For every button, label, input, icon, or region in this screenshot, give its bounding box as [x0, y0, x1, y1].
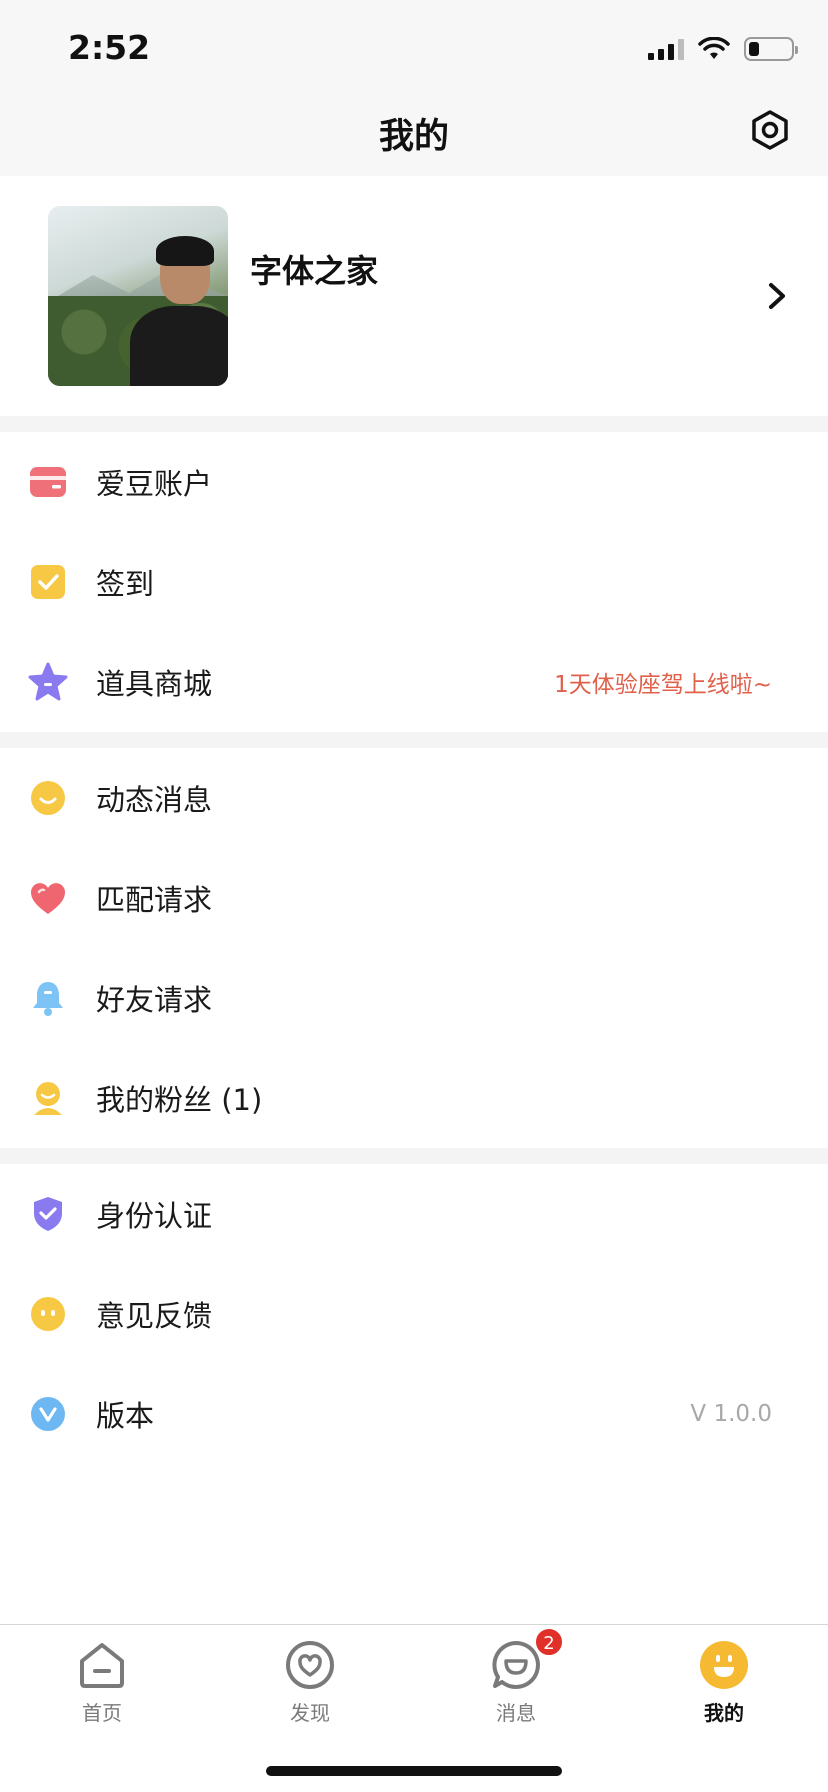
battery-icon: [744, 37, 798, 61]
promo-text: 1天体验座驾上线啦~: [554, 672, 772, 698]
discover-icon: [284, 1639, 336, 1691]
menu-item-feedback[interactable]: 意见反馈: [0, 1264, 828, 1364]
nav-bar: 我的: [0, 86, 828, 176]
bell-icon: [28, 978, 68, 1018]
me-icon: [698, 1639, 750, 1691]
menu-item-match-requests[interactable]: 匹配请求: [0, 848, 828, 948]
section-divider: [0, 1148, 828, 1164]
menu-item-fans[interactable]: 我的粉丝 (1): [0, 1048, 828, 1148]
menu-item-label: 动态消息: [96, 783, 213, 817]
feedback-icon: [28, 1294, 68, 1334]
menu-group-account: 爱豆账户 签到 道具商城 1天体验座驾上线啦~: [0, 432, 828, 732]
profile-card[interactable]: 字体之家: [0, 176, 828, 416]
message-icon: 2: [490, 1627, 564, 1691]
profile-name: 字体之家: [250, 252, 379, 290]
avatar[interactable]: [48, 206, 228, 386]
cellular-signal-icon: [648, 38, 684, 60]
section-divider: [0, 732, 828, 748]
unread-badge: 2: [534, 1627, 564, 1657]
settings-icon: [752, 110, 788, 150]
menu-item-version[interactable]: 版本 V 1.0.0: [0, 1364, 828, 1464]
tab-label: 我的: [704, 1701, 744, 1725]
page-title: 我的: [378, 117, 449, 157]
menu-item-store[interactable]: 道具商城 1天体验座驾上线啦~: [0, 632, 828, 732]
version-number: V 1.0.0: [690, 1401, 772, 1427]
fan-icon: [28, 1078, 68, 1118]
tab-home[interactable]: 首页: [32, 1639, 172, 1739]
checkin-icon: [28, 562, 68, 602]
menu-group-social: 动态消息 匹配请求 好友请求 我的粉丝 (1): [0, 748, 828, 1148]
menu-item-label: 好友请求: [96, 983, 213, 1017]
menu-group-other: 身份认证 意见反馈 版本 V 1.0.0: [0, 1164, 828, 1464]
menu-item-label: 意见反馈: [96, 1299, 213, 1333]
star-icon: [28, 662, 68, 702]
section-divider: [0, 416, 828, 432]
menu-item-account[interactable]: 爱豆账户: [0, 432, 828, 532]
heart-icon: [28, 878, 68, 918]
menu-item-label: 我的粉丝 (1): [96, 1083, 263, 1117]
tab-me[interactable]: 我的: [654, 1639, 794, 1739]
tab-label: 发现: [290, 1701, 330, 1725]
menu-item-activity[interactable]: 动态消息: [0, 748, 828, 848]
battery-level: [749, 42, 759, 56]
version-icon: [28, 1394, 68, 1434]
tab-label: 消息: [496, 1701, 536, 1725]
menu-item-verification[interactable]: 身份认证: [0, 1164, 828, 1264]
menu-item-label: 身份认证: [96, 1199, 213, 1233]
menu-item-label: 签到: [96, 567, 155, 601]
shield-check-icon: [28, 1194, 68, 1234]
menu-item-label: 版本: [96, 1399, 155, 1433]
status-indicators: [648, 34, 798, 64]
tab-messages[interactable]: 2 消息: [446, 1627, 586, 1739]
wifi-icon: [698, 37, 730, 59]
tab-label: 首页: [82, 1701, 122, 1725]
home-indicator: [266, 1766, 562, 1776]
status-time: 2:52: [68, 28, 151, 67]
wallet-icon: [28, 462, 68, 502]
menu-item-friend-requests[interactable]: 好友请求: [0, 948, 828, 1048]
menu-item-label: 爱豆账户: [96, 467, 213, 501]
tab-discover[interactable]: 发现: [240, 1639, 380, 1739]
smile-icon: [28, 778, 68, 818]
menu-item-label: 匹配请求: [96, 883, 213, 917]
menu-item-label: 道具商城: [96, 667, 213, 701]
chevron-right-icon[interactable]: [762, 276, 792, 316]
settings-button[interactable]: [746, 106, 794, 154]
menu-item-checkin[interactable]: 签到: [0, 532, 828, 632]
status-bar: 2:52: [0, 0, 828, 86]
home-icon: [76, 1639, 128, 1691]
